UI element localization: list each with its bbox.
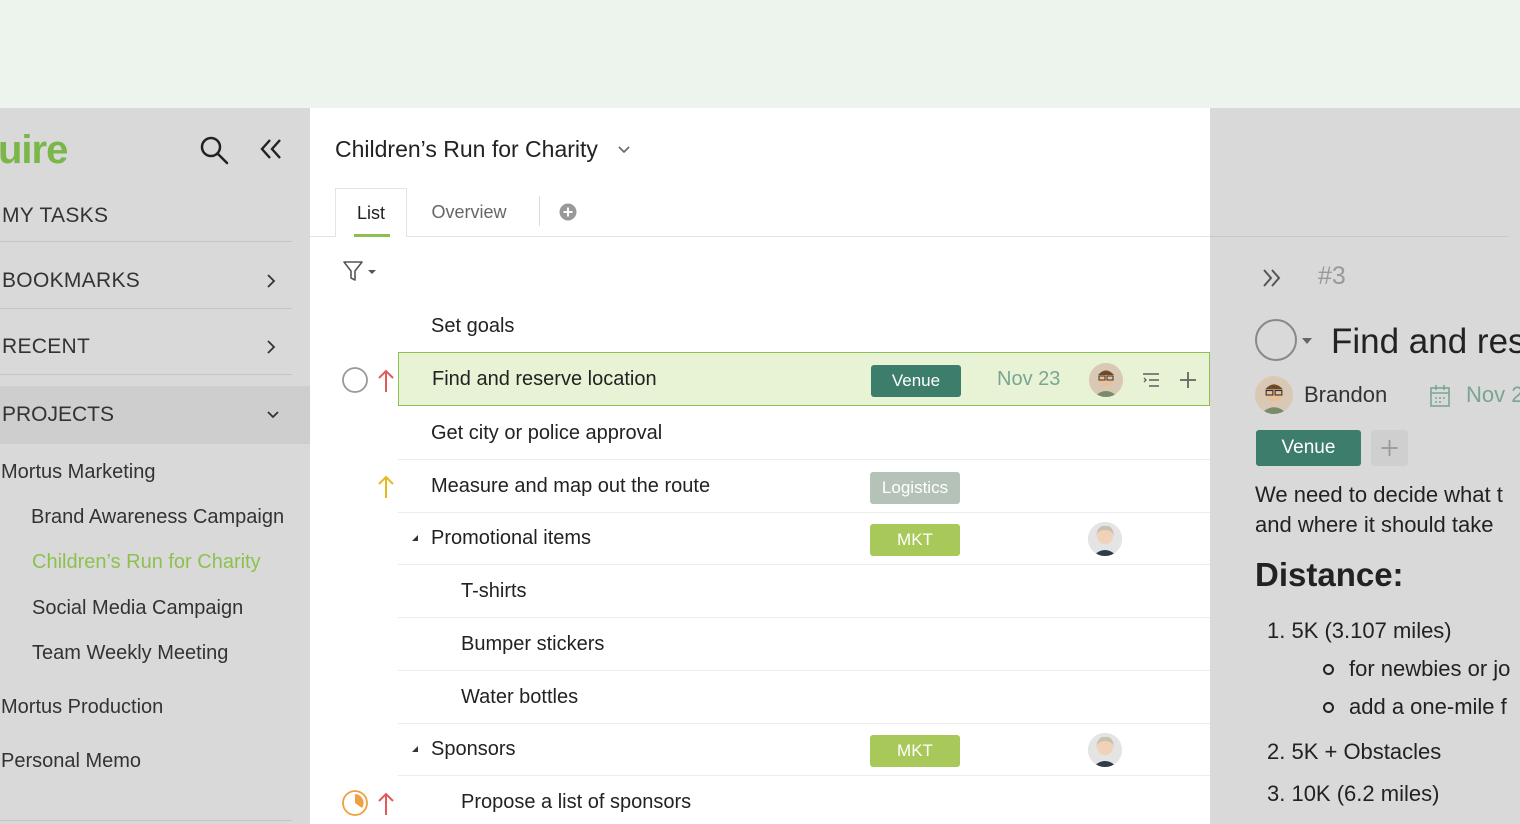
tag-mkt[interactable]: MKT — [870, 524, 960, 556]
bullet-icon — [1323, 664, 1334, 675]
filter-icon[interactable] — [342, 260, 382, 284]
expand-panel-icon[interactable] — [1260, 266, 1284, 290]
tag-venue[interactable]: Venue — [871, 365, 961, 397]
active-tab-indicator — [354, 234, 390, 237]
task-detail-panel: #3 Find and res Brandon Nov 2 Venue We n… — [1210, 108, 1520, 824]
task-title[interactable]: Find and res — [1331, 322, 1520, 362]
add-tab-icon[interactable] — [558, 202, 578, 222]
search-icon[interactable] — [198, 134, 230, 166]
task-name[interactable]: Get city or police approval — [431, 422, 662, 445]
list-item: add a one-mile f — [1349, 694, 1507, 719]
task-name[interactable]: Measure and map out the route — [431, 475, 710, 498]
divider — [539, 196, 540, 226]
collapse-triangle-icon[interactable] — [410, 533, 420, 543]
list-item: 2. 5K + Obstacles — [1267, 739, 1442, 764]
task-row[interactable]: T-shirts — [398, 565, 1210, 618]
task-in-progress-icon[interactable] — [340, 788, 370, 818]
collapse-sidebar-icon[interactable] — [256, 134, 286, 164]
app-logo: uire — [0, 128, 68, 172]
task-row[interactable]: Water bottles — [398, 671, 1210, 724]
tab-label: List — [356, 203, 385, 223]
sidebar-item-bookmarks[interactable]: BOOKMARKS — [0, 249, 292, 309]
project-mortus-production[interactable]: Mortus Production — [1, 696, 163, 719]
project-social-media[interactable]: Social Media Campaign — [32, 597, 243, 620]
due-date[interactable]: Nov 23 — [997, 368, 1060, 391]
task-name[interactable]: Propose a list of sponsors — [461, 791, 691, 814]
due-date[interactable]: Nov 2 — [1466, 382, 1520, 408]
project-personal-memo[interactable]: Personal Memo — [1, 750, 141, 773]
divider — [1210, 236, 1508, 237]
avatar[interactable] — [1089, 363, 1123, 397]
avatar[interactable] — [1088, 733, 1122, 767]
task-name[interactable]: Promotional items — [431, 527, 591, 550]
task-checkbox-icon[interactable] — [1255, 319, 1297, 361]
tab-bar: List Overview — [310, 188, 1210, 237]
description-line: and where it should take — [1255, 512, 1494, 537]
task-list-panel: Children’s Run for Charity List Overview… — [310, 108, 1210, 824]
project-team-weekly[interactable]: Team Weekly Meeting — [32, 642, 228, 665]
tab-overview[interactable]: Overview — [428, 188, 510, 237]
task-name[interactable]: Set goals — [431, 315, 514, 338]
task-row[interactable]: Promotional items MKT — [398, 512, 1210, 565]
sidebar-item-label: MY TASKS — [2, 204, 109, 227]
sidebar: uire MY TASKS BOOKMARKS RECENT PROJECTS … — [0, 108, 310, 824]
list-item: 1. 5K (3.107 miles) — [1267, 618, 1452, 643]
task-name[interactable]: Water bottles — [461, 686, 578, 709]
task-row[interactable]: Sponsors MKT — [398, 723, 1210, 776]
collapse-triangle-icon[interactable] — [410, 744, 420, 754]
caret-down-icon[interactable] — [1301, 337, 1313, 345]
task-row[interactable]: Set goals — [398, 300, 1210, 353]
project-mortus-marketing[interactable]: Mortus Marketing — [1, 461, 156, 484]
tab-label: Overview — [431, 202, 507, 222]
sidebar-item-label: BOOKMARKS — [2, 269, 141, 292]
task-row-selected[interactable]: Find and reserve location Venue Nov 23 — [398, 352, 1210, 406]
avatar[interactable] — [1255, 376, 1293, 414]
add-icon — [1381, 440, 1398, 456]
project-brand-awareness[interactable]: Brand Awareness Campaign — [31, 506, 284, 529]
tag-mkt[interactable]: MKT — [870, 735, 960, 767]
top-band — [0, 0, 1520, 108]
page-title[interactable]: Children’s Run for Charity — [335, 136, 598, 163]
sidebar-item-label: PROJECTS — [2, 403, 115, 426]
calendar-icon[interactable] — [1429, 384, 1451, 408]
description-line: We need to decide what t — [1255, 482, 1503, 507]
subtasks-icon[interactable] — [1141, 370, 1161, 390]
tag-venue[interactable]: Venue — [1256, 430, 1361, 466]
description-heading: Distance: — [1255, 556, 1404, 593]
task-row[interactable]: Propose a list of sponsors — [398, 776, 1210, 824]
chevron-down-icon — [267, 411, 279, 419]
list-item: 3. 10K (6.2 miles) — [1267, 781, 1440, 806]
task-name[interactable]: Sponsors — [431, 738, 516, 761]
avatar[interactable] — [1088, 522, 1122, 556]
sidebar-item-projects[interactable]: PROJECTS — [0, 386, 310, 444]
task-name[interactable]: Find and reserve location — [432, 368, 657, 391]
chevron-right-icon — [267, 340, 276, 354]
add-tag-button[interactable] — [1371, 430, 1408, 466]
task-row[interactable]: Get city or police approval — [398, 407, 1210, 460]
sidebar-item-label: RECENT — [2, 335, 91, 358]
task-checkbox-icon[interactable] — [340, 365, 370, 395]
task-row[interactable]: Measure and map out the route Logistics — [398, 460, 1210, 513]
sidebar-item-my-tasks[interactable]: MY TASKS — [0, 182, 292, 242]
tab-list[interactable]: List — [335, 188, 407, 237]
assignee-name[interactable]: Brandon — [1304, 382, 1387, 408]
sidebar-item-recent[interactable]: RECENT — [0, 315, 292, 375]
task-name[interactable]: T-shirts — [461, 580, 527, 603]
task-description[interactable]: We need to decide what t and where it sh… — [1255, 480, 1503, 540]
task-id: #3 — [1318, 262, 1346, 290]
bullet-icon — [1323, 702, 1334, 713]
tag-logistics[interactable]: Logistics — [870, 472, 960, 504]
task-row[interactable]: Bumper stickers — [398, 618, 1210, 671]
task-name[interactable]: Bumper stickers — [461, 633, 604, 656]
project-childrens-run[interactable]: Children’s Run for Charity — [32, 551, 261, 574]
divider — [0, 820, 292, 821]
chevron-down-icon[interactable] — [616, 144, 632, 156]
add-icon[interactable] — [1177, 369, 1199, 391]
chevron-right-icon — [267, 274, 276, 288]
list-item: for newbies or jo — [1349, 656, 1511, 681]
